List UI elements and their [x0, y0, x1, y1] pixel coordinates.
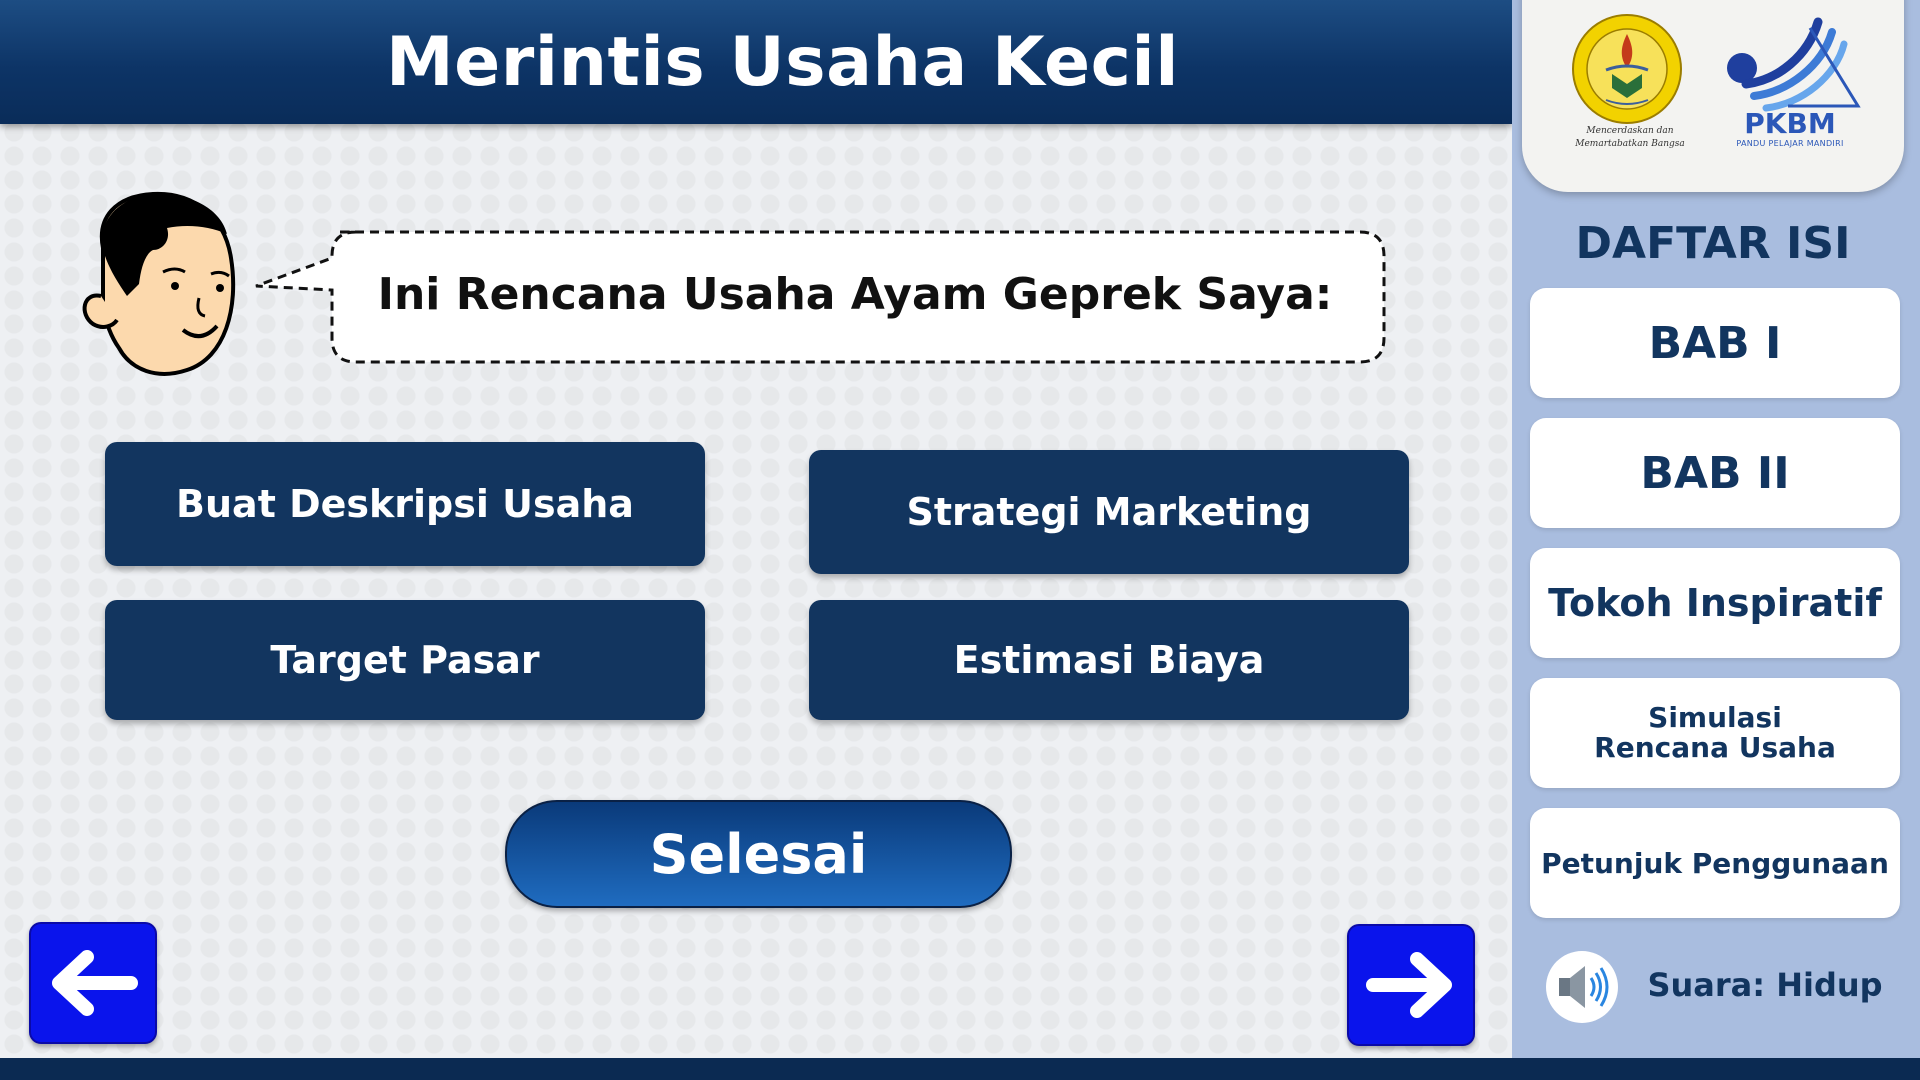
target-pasar-label: Target Pasar [270, 638, 540, 682]
pkbm-name: PKBM [1744, 107, 1836, 140]
toc-title: DAFTAR ISI [1575, 218, 1851, 269]
buat-deskripsi-usaha-label: Buat Deskripsi Usaha [176, 482, 634, 526]
speaker-icon[interactable] [1545, 950, 1619, 1024]
arrow-left-icon [52, 950, 138, 1016]
pkbm-logo [1727, 17, 1861, 112]
toc-bab-1[interactable]: BAB I [1530, 288, 1900, 398]
sound-status[interactable]: Suara: Hidup [1640, 966, 1890, 1004]
toc-bab-2[interactable]: BAB II [1530, 418, 1900, 528]
selesai-label: Selesai [649, 822, 868, 886]
toc-bab-2-label: BAB II [1640, 447, 1790, 499]
toc-simulasi-label: Simulasi Rencana Usaha [1594, 701, 1836, 764]
strategi-marketing-button[interactable]: Strategi Marketing [809, 450, 1409, 574]
strategi-marketing-label: Strategi Marketing [906, 490, 1312, 534]
footer-bar [0, 1058, 1920, 1080]
page-title: Merintis Usaha Kecil [385, 22, 1180, 102]
unj-motto-line2: Memartabatkan Bangsa [1575, 139, 1685, 149]
toc-petunjuk-label: Petunjuk Penggunaan [1541, 846, 1889, 880]
toc-bab-1-label: BAB I [1648, 317, 1782, 369]
unj-logo [1572, 14, 1682, 124]
unj-motto-line1: Mencerdaskan dan [1586, 126, 1674, 136]
arrow-right-icon [1366, 952, 1452, 1018]
unj-motto: Mencerdaskan dan Memartabatkan Bangsa [1560, 125, 1700, 151]
toc-tokoh-inspiratif-label: Tokoh Inspiratif [1548, 581, 1882, 625]
prev-button[interactable] [29, 922, 157, 1044]
buat-deskripsi-usaha-button[interactable]: Buat Deskripsi Usaha [105, 442, 705, 566]
pkbm-subtitle: PANDU PELAJAR MANDIRI [1736, 139, 1844, 148]
speech-text: Ini Rencana Usaha Ayam Geprek Saya: [377, 268, 1333, 320]
toc-simulasi-rencana-usaha[interactable]: Simulasi Rencana Usaha [1530, 678, 1900, 788]
toc-tokoh-inspiratif[interactable]: Tokoh Inspiratif [1530, 548, 1900, 658]
estimasi-biaya-button[interactable]: Estimasi Biaya [809, 600, 1409, 720]
estimasi-biaya-label: Estimasi Biaya [953, 638, 1265, 682]
selesai-button[interactable]: Selesai [505, 800, 1012, 908]
target-pasar-button[interactable]: Target Pasar [105, 600, 705, 720]
next-button[interactable] [1347, 924, 1475, 1046]
character-face-icon [82, 191, 236, 376]
toc-petunjuk-penggunaan[interactable]: Petunjuk Penggunaan [1530, 808, 1900, 918]
